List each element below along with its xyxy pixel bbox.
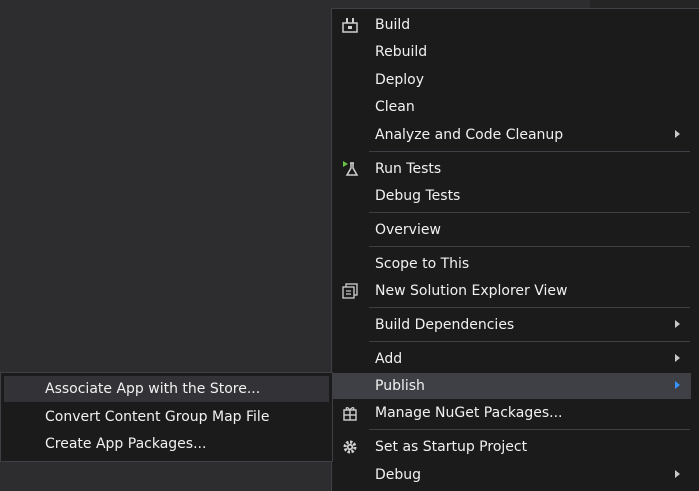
- menu-item-label: Debug Tests: [375, 188, 461, 204]
- menu-item-label: Analyze and Code Cleanup: [375, 127, 564, 143]
- submenu-arrow-icon: [675, 354, 680, 362]
- project-context-menu: Build Rebuild Deploy Clean Analyze and C…: [331, 8, 699, 491]
- menu-item-set-startup-project[interactable]: Set as Startup Project: [333, 434, 691, 460]
- menu-item-label: Add: [375, 351, 403, 367]
- menu-item-manage-nuget[interactable]: Manage NuGet Packages...: [333, 400, 691, 426]
- menu-item-rebuild[interactable]: Rebuild: [333, 39, 691, 65]
- nuget-icon: [341, 404, 359, 422]
- submenu-arrow-icon: [675, 381, 680, 389]
- menu-item-label: Overview: [375, 222, 441, 238]
- submenu-item-label: Convert Content Group Map File: [45, 409, 270, 425]
- menu-item-scope-to-this[interactable]: Scope to This: [333, 251, 691, 277]
- menu-item-debug[interactable]: Debug: [333, 462, 691, 488]
- menu-item-build-dependencies[interactable]: Build Dependencies: [333, 312, 691, 338]
- menu-item-label: Deploy: [375, 72, 425, 88]
- submenu-arrow-icon: [675, 130, 680, 138]
- menu-item-label: Manage NuGet Packages...: [375, 405, 563, 421]
- submenu-item-convert-content-group[interactable]: Convert Content Group Map File: [4, 404, 329, 430]
- menu-item-debug-tests[interactable]: Debug Tests: [333, 183, 691, 209]
- menu-item-analyze-code-cleanup[interactable]: Analyze and Code Cleanup: [333, 122, 691, 148]
- menu-item-label: Run Tests: [375, 161, 442, 177]
- submenu-item-label: Associate App with the Store...: [45, 381, 261, 397]
- menu-item-label: Debug: [375, 467, 422, 483]
- publish-submenu: Associate App with the Store... Convert …: [0, 372, 333, 462]
- menu-item-new-solution-explorer-view[interactable]: New Solution Explorer View: [333, 278, 691, 304]
- menu-item-label: Publish: [375, 378, 425, 394]
- menu-item-label: Build: [375, 17, 411, 33]
- menu-separator: [369, 151, 690, 152]
- menu-item-overview[interactable]: Overview: [333, 217, 691, 243]
- new-view-icon: [341, 282, 359, 300]
- submenu-arrow-icon: [675, 320, 680, 328]
- menu-item-publish[interactable]: Publish: [333, 373, 691, 399]
- submenu-arrow-icon: [675, 470, 680, 478]
- submenu-item-label: Create App Packages...: [45, 436, 207, 452]
- menu-item-build[interactable]: Build: [333, 12, 691, 38]
- run-tests-icon: [341, 160, 359, 178]
- menu-separator: [369, 307, 690, 308]
- menu-item-label: Clean: [375, 99, 415, 115]
- menu-item-label: New Solution Explorer View: [375, 283, 568, 299]
- gear-icon: [341, 438, 359, 456]
- menu-item-label: Set as Startup Project: [375, 439, 528, 455]
- menu-separator: [369, 212, 690, 213]
- menu-separator: [369, 429, 690, 430]
- menu-item-label: Build Dependencies: [375, 317, 515, 333]
- submenu-item-associate-store[interactable]: Associate App with the Store...: [4, 376, 329, 402]
- menu-item-label: Scope to This: [375, 256, 470, 272]
- submenu-item-create-app-packages[interactable]: Create App Packages...: [4, 431, 329, 457]
- menu-item-clean[interactable]: Clean: [333, 94, 691, 120]
- menu-item-deploy[interactable]: Deploy: [333, 67, 691, 93]
- menu-item-add[interactable]: Add: [333, 346, 691, 372]
- build-icon: [341, 16, 359, 34]
- menu-item-run-tests[interactable]: Run Tests: [333, 156, 691, 182]
- menu-item-label: Rebuild: [375, 44, 428, 60]
- menu-separator: [369, 246, 690, 247]
- menu-separator: [369, 341, 690, 342]
